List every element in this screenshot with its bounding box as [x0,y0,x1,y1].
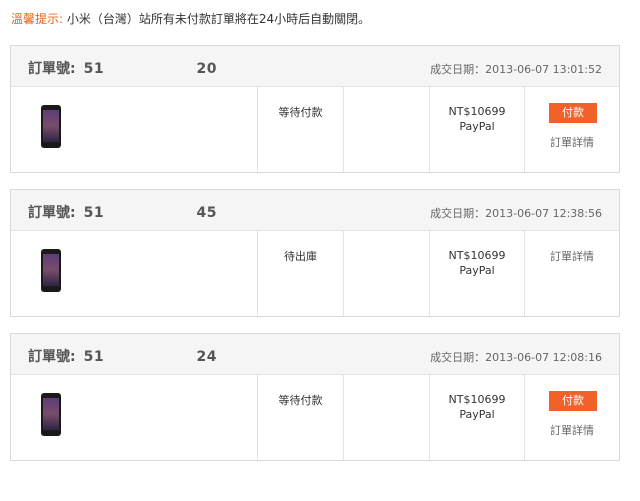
action-cell: 付款 訂單詳情 [524,375,619,460]
order-price: NT$10699 [448,249,506,262]
order-card: 訂單號: 51 20 成交日期：2013-06-07 13:01:52 等待付款 … [10,45,620,173]
order-header: 訂單號: 51 45 成交日期：2013-06-07 12:38:56 [11,190,619,231]
notice-text: 小米（台灣）站所有未付款訂單將在24小時后自動關閉。 [66,12,371,26]
price-block: NT$10699 PayPal [430,104,524,134]
price-block: NT$10699 PayPal [430,248,524,278]
order-date: 成交日期：2013-06-07 12:08:16 [430,351,602,364]
empty-cell [343,231,429,316]
status-cell: 待出庫 [257,231,343,316]
price-cell: NT$10699 PayPal [429,231,524,316]
notice-bar: 溫馨提示: 小米（台灣）站所有未付款訂單將在24小時后自動關閉。 [11,10,370,27]
order-date: 成交日期：2013-06-07 13:01:52 [430,63,602,76]
payment-method: PayPal [459,120,495,133]
action-cell: 付款 訂單詳情 [524,87,619,172]
order-detail-link[interactable]: 訂單詳情 [525,134,619,150]
order-number-label: 訂單號: [28,205,76,221]
price-cell: NT$10699 PayPal [429,87,524,172]
product-cell [11,375,257,460]
order-number-label: 訂單號: [28,349,76,365]
payment-method: PayPal [459,264,495,277]
order-number-value: 51 24 [83,349,217,365]
order-status: 待出庫 [284,250,317,263]
order-number: 訂單號: 51 20 [28,58,217,78]
order-number-value: 51 45 [83,205,217,221]
product-cell [11,231,257,316]
product-cell [11,87,257,172]
order-number-label: 訂單號: [28,61,76,77]
order-number: 訂單號: 51 45 [28,202,217,222]
status-cell: 等待付款 [257,87,343,172]
price-cell: NT$10699 PayPal [429,375,524,460]
product-thumbnail[interactable] [41,249,61,292]
pay-button[interactable]: 付款 [549,103,597,123]
order-header: 訂單號: 51 24 成交日期：2013-06-07 12:08:16 [11,334,619,375]
order-detail-link[interactable]: 訂單詳情 [525,248,619,264]
order-number: 訂單號: 51 24 [28,346,217,366]
order-body: 等待付款 NT$10699 PayPal 付款 訂單詳情 [11,375,619,460]
payment-method: PayPal [459,408,495,421]
order-card: 訂單號: 51 24 成交日期：2013-06-07 12:08:16 等待付款 … [10,333,620,461]
order-price: NT$10699 [448,105,506,118]
order-number-value: 51 20 [83,61,217,77]
order-body: 待出庫 NT$10699 PayPal 訂單詳情 [11,231,619,316]
order-status: 等待付款 [278,394,323,407]
product-thumbnail[interactable] [41,393,61,436]
notice-label: 溫馨提示: [11,12,64,26]
product-thumbnail[interactable] [41,105,61,148]
order-header: 訂單號: 51 20 成交日期：2013-06-07 13:01:52 [11,46,619,87]
action-cell: 訂單詳情 [524,231,619,316]
order-date: 成交日期：2013-06-07 12:38:56 [430,207,602,220]
price-block: NT$10699 PayPal [430,392,524,422]
empty-cell [343,375,429,460]
pay-button[interactable]: 付款 [549,391,597,411]
order-detail-link[interactable]: 訂單詳情 [525,422,619,438]
empty-cell [343,87,429,172]
order-card: 訂單號: 51 45 成交日期：2013-06-07 12:38:56 待出庫 N… [10,189,620,317]
order-price: NT$10699 [448,393,506,406]
status-cell: 等待付款 [257,375,343,460]
order-status: 等待付款 [278,106,323,119]
order-body: 等待付款 NT$10699 PayPal 付款 訂單詳情 [11,87,619,172]
